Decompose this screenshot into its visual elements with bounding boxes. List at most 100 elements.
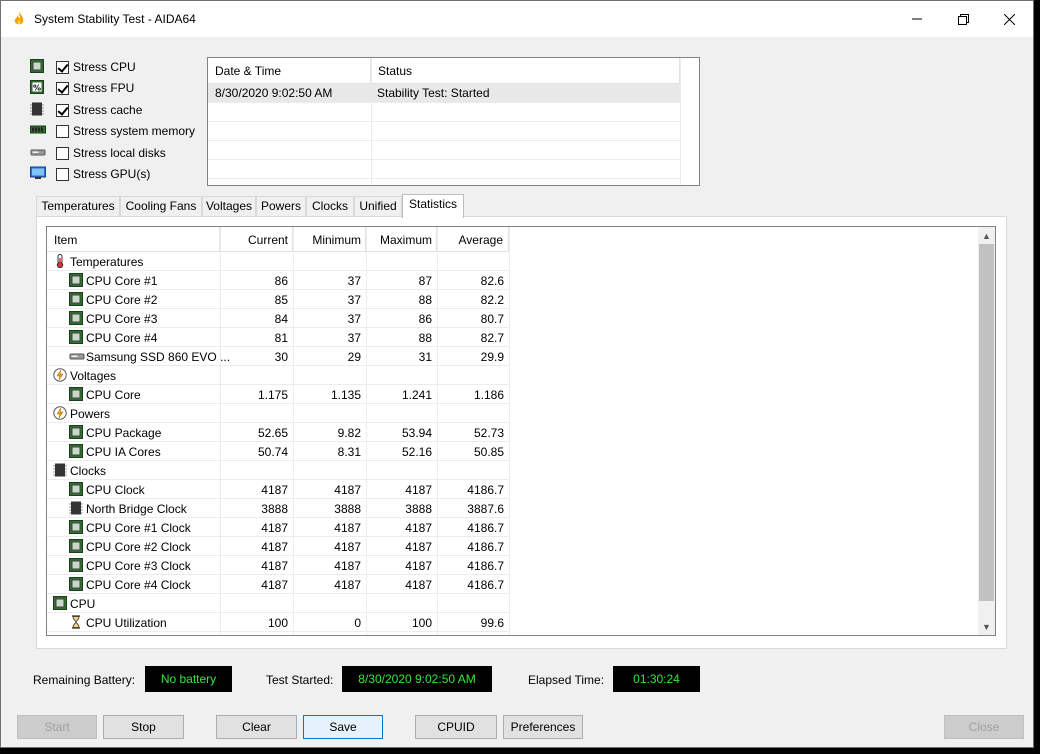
table-group-row[interactable]: Voltages [47,366,509,385]
cell-current: 4187 [261,559,288,573]
scroll-down-arrow-icon[interactable]: ▼ [978,618,995,635]
tab-clocks[interactable]: Clocks [306,196,354,217]
stress-option-stress-fpu[interactable]: % Stress FPU [30,79,134,97]
table-group-row[interactable]: Temperatures [47,252,509,271]
stress-option-stress-cpu[interactable]: Stress CPU [30,58,136,76]
stress-option-stress-system-memory[interactable]: Stress system memory [30,122,195,140]
minimize-icon [912,18,922,20]
tab-temperatures[interactable]: Temperatures [36,196,120,217]
cpu-chip-icon [69,425,83,439]
table-row[interactable]: CPU Core #3 84 37 86 80.7 [47,309,509,328]
statistics-table-body: Item Current Minimum Maximum Average Tem… [47,227,979,635]
cell-min: 0 [354,616,361,630]
memory-icon [30,123,46,139]
row-label: Clocks [70,464,107,478]
restore-button[interactable] [940,1,986,37]
stress-checkbox[interactable] [56,167,69,181]
clock-chip-icon [53,463,67,477]
cell-current: 52.65 [257,426,288,440]
stress-option-stress-local-disks[interactable]: Stress local disks [30,144,166,162]
table-row[interactable]: CPU Core #4 81 37 88 82.7 [47,328,509,347]
log-header-status[interactable]: Status [371,58,680,84]
stress-option-stress-gpu-s[interactable]: Stress GPU(s) [30,165,150,183]
preferences-button[interactable]: Preferences [503,715,583,739]
cell-current: 4187 [261,483,288,497]
row-label: CPU Core [86,388,141,402]
table-row[interactable]: Samsung SSD 860 EVO ... 30 29 31 29.9 [47,347,509,366]
cell-min: 1.135 [330,388,361,402]
row-label: CPU Core #4 [86,331,158,345]
col-header-current[interactable]: Current [220,227,293,252]
table-row[interactable]: CPU Package 52.65 9.82 53.94 52.73 [47,423,509,442]
clear-button[interactable]: Clear [216,715,297,739]
col-header-maximum[interactable]: Maximum [366,227,437,252]
row-label: CPU Package [86,426,162,440]
cpu-chip-icon [69,558,83,572]
table-row[interactable]: CPU Core #2 Clock 4187 4187 4187 4186.7 [47,537,509,556]
stress-checkbox[interactable] [56,81,69,95]
window-close-button[interactable] [986,1,1032,37]
cell-avg: 4186.7 [467,578,504,592]
test-log-table[interactable]: Date & Time Status 8/30/2020 9:02:50 AM … [207,57,700,186]
cell-current: 85 [274,293,288,307]
stop-button[interactable]: Stop [103,715,184,739]
cpu-chip-icon [69,444,83,458]
tab-voltages[interactable]: Voltages [202,196,256,217]
log-row[interactable]: 8/30/2020 9:02:50 AM Stability Test: Sta… [208,84,680,103]
table-row[interactable]: CPU Core #2 85 37 88 82.2 [47,290,509,309]
table-row[interactable]: North Bridge Clock 3888 3888 3888 3887.6 [47,499,509,518]
tab-cooling-fans[interactable]: Cooling Fans [120,196,202,217]
cell-max: 1.241 [401,388,432,402]
title-bar[interactable]: System Stability Test - AIDA64 [1,1,1033,37]
scroll-thumb[interactable] [979,244,994,601]
cell-min: 37 [347,312,361,326]
cell-min: 8.31 [337,445,361,459]
fpu-icon: % [30,80,46,96]
tab-statistics[interactable]: Statistics [402,194,464,218]
save-button[interactable]: Save [303,715,383,739]
table-row[interactable]: CPU Core #1 86 37 87 82.6 [47,271,509,290]
cell-current: 50.74 [257,445,288,459]
tab-unified[interactable]: Unified [354,196,402,217]
log-row-empty [208,141,680,160]
bolt-icon [53,368,67,382]
stress-checkbox[interactable] [56,124,69,138]
cell-current: 1.175 [257,388,288,402]
close-icon [1003,13,1015,25]
log-header-datetime[interactable]: Date & Time [208,58,371,84]
stress-checkbox[interactable] [56,60,69,74]
col-header-average[interactable]: Average [437,227,509,252]
stress-option-label: Stress CPU [73,60,136,74]
row-label: CPU Utilization [86,616,167,630]
table-row[interactable]: CPU Core #1 Clock 4187 4187 4187 4186.7 [47,518,509,537]
scroll-up-arrow-icon[interactable]: ▲ [978,227,995,244]
table-group-row[interactable]: CPU [47,594,509,613]
stress-checkbox[interactable] [56,103,69,117]
stress-checkbox[interactable] [56,146,69,160]
statistics-table[interactable]: Item Current Minimum Maximum Average Tem… [46,226,996,636]
tab-powers[interactable]: Powers [256,196,306,217]
start-button[interactable]: Start [17,715,97,739]
stress-option-stress-cache[interactable]: Stress cache [30,101,142,119]
table-row[interactable]: CPU IA Cores 50.74 8.31 52.16 50.85 [47,442,509,461]
cpu-chip-icon [69,520,83,534]
row-label: CPU Core #1 Clock [86,521,191,535]
cell-max: 87 [418,274,432,288]
vertical-scrollbar[interactable]: ▲ ▼ [978,227,995,635]
aida64-flame-icon [14,12,24,25]
table-row[interactable]: CPU Clock 4187 4187 4187 4186.7 [47,480,509,499]
table-row[interactable]: CPU Core 1.175 1.135 1.241 1.186 [47,385,509,404]
test-started-value: 8/30/2020 9:02:50 AM [342,666,492,692]
table-row[interactable]: CPU Utilization 100 0 100 99.6 [47,613,509,632]
table-group-row[interactable]: Clocks [47,461,509,480]
table-row[interactable]: CPU Core #3 Clock 4187 4187 4187 4186.7 [47,556,509,575]
minimize-button[interactable] [894,1,940,37]
table-group-row[interactable]: Powers [47,404,509,423]
close-button[interactable]: Close [944,715,1024,739]
cell-current: 100 [267,616,288,630]
cpuid-button[interactable]: CPUID [415,715,497,739]
col-header-minimum[interactable]: Minimum [293,227,366,252]
cell-min: 37 [347,331,361,345]
col-header-item[interactable]: Item [47,227,220,252]
table-row[interactable]: CPU Core #4 Clock 4187 4187 4187 4186.7 [47,575,509,594]
